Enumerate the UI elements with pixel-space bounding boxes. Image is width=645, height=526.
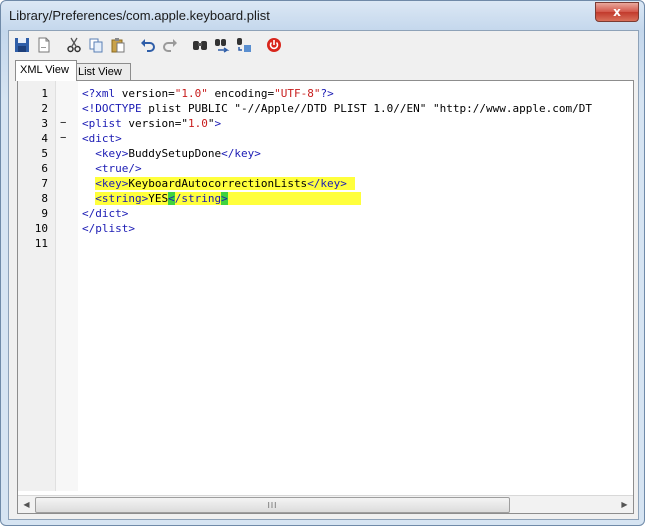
code-line: <key>BuddySetupDone</key> xyxy=(95,147,261,160)
code-line: <dict> xyxy=(82,132,122,145)
code-line: <true/> xyxy=(95,162,142,175)
line-number: 8 xyxy=(41,192,48,205)
scroll-thumb[interactable]: III xyxy=(35,497,510,513)
code-line-highlighted: <string>YES</string> xyxy=(82,191,633,206)
fold-toggle[interactable]: − xyxy=(60,116,66,131)
save-icon[interactable] xyxy=(11,34,33,56)
code-line: </plist> xyxy=(82,222,135,235)
code-line: </dict> xyxy=(82,207,129,220)
line-number: 9 xyxy=(41,207,48,220)
power-icon[interactable] xyxy=(263,34,285,56)
line-number: 4 xyxy=(41,132,48,145)
line-number: 10 xyxy=(34,222,48,235)
app-window: Library/Preferences/com.apple.keyboard.p… xyxy=(0,0,645,526)
scroll-right-button[interactable]: ▶ xyxy=(616,496,633,513)
line-number: 5 xyxy=(41,147,48,160)
code-line: <?xml version="1.0" encoding="UTF-8"?> xyxy=(82,87,334,100)
code-area[interactable]: <?xml version="1.0" encoding="UTF-8"?> <… xyxy=(82,86,633,251)
tab-list-view[interactable]: List View xyxy=(73,63,131,80)
line-number: 6 xyxy=(41,162,48,175)
copy-icon[interactable] xyxy=(85,34,107,56)
find-next-icon[interactable] xyxy=(211,34,233,56)
tab-xml-view[interactable]: XML View xyxy=(15,60,77,81)
line-number: 2 xyxy=(41,102,48,115)
line-number-gutter: 1 2 3 4 5 6 7 8 9 10 11 xyxy=(18,81,56,491)
code-line: <!DOCTYPE plist PUBLIC "-//Apple//DTD PL… xyxy=(82,102,592,115)
horizontal-scrollbar[interactable]: ◀ III ▶ xyxy=(18,495,633,513)
window-title: Library/Preferences/com.apple.keyboard.p… xyxy=(9,8,270,23)
find-icon[interactable] xyxy=(189,34,211,56)
line-number: 3 xyxy=(41,117,48,130)
line-number: 1 xyxy=(41,87,48,100)
redo-icon[interactable] xyxy=(159,34,181,56)
xml-editor[interactable]: 1 2 3 4 5 6 7 8 9 10 11 − − <?xml versio… xyxy=(17,80,634,514)
toolbar xyxy=(11,33,285,57)
replace-icon[interactable] xyxy=(233,34,255,56)
code-line: <plist version="1.0"> xyxy=(82,117,222,130)
undo-icon[interactable] xyxy=(137,34,159,56)
line-number: 7 xyxy=(41,177,48,190)
paste-icon[interactable] xyxy=(107,34,129,56)
cut-icon[interactable] xyxy=(63,34,85,56)
new-document-icon[interactable] xyxy=(33,34,55,56)
scroll-left-button[interactable]: ◀ xyxy=(18,496,35,513)
title-bar: Library/Preferences/com.apple.keyboard.p… xyxy=(1,1,644,31)
line-number: 11 xyxy=(34,237,48,250)
close-button[interactable]: x xyxy=(595,2,639,22)
fold-toggle[interactable]: − xyxy=(60,131,66,146)
client-area: XML View List View 1 2 3 4 5 6 7 8 9 10 … xyxy=(8,30,639,520)
code-line-highlighted: <key>KeyboardAutocorrectionLists</key> xyxy=(82,176,633,191)
fold-margin: − − xyxy=(56,81,78,491)
